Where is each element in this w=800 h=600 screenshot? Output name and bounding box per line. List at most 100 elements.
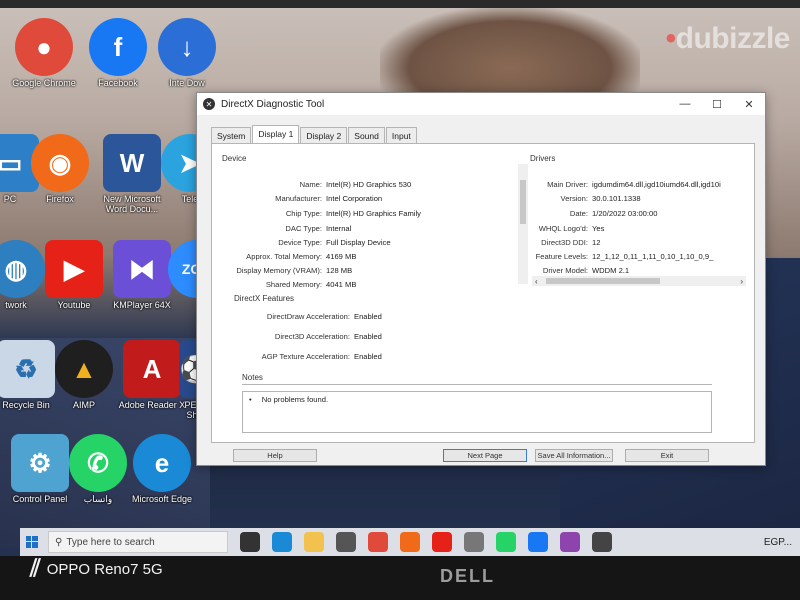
desktop-icon-facebook[interactable]: f Facebook	[78, 18, 158, 88]
feature-row-value: Enabled	[354, 332, 382, 341]
edge-taskbar-icon[interactable]	[272, 532, 292, 552]
start-button[interactable]	[20, 528, 44, 556]
internet-download-icon: ↓	[158, 18, 216, 76]
driver-row-value: igdumdim64.dll,igd10iumd64.dll,igd10i	[592, 180, 721, 189]
driver-row-value: Yes	[592, 224, 605, 233]
device-row-key: Manufacturer:	[275, 194, 322, 203]
maximize-button[interactable]: ☐	[701, 98, 733, 111]
desktop-icon-label: KMPlayer 64X	[113, 300, 171, 310]
desktop-icon-firefox[interactable]: ◉ Firefox	[20, 134, 100, 204]
driver-row-version: Version: 30.0.101.1338	[512, 194, 641, 203]
feature-row-value: Enabled	[354, 312, 382, 321]
drivers-scrollbar[interactable]: ‹ ›	[532, 276, 746, 286]
youtube-icon: ▶	[45, 240, 103, 298]
close-button[interactable]: ✕	[733, 98, 765, 111]
drivers-group-title: Drivers	[530, 154, 556, 163]
desktop-icon-chrome[interactable]: ● Google Chrome	[4, 18, 84, 88]
system-tray[interactable]: EGP...	[764, 537, 800, 548]
driver-row-main-driver: Main Driver: igdumdim64.dll,igd10iumd64.d…	[512, 180, 721, 189]
whatsapp-taskbar-icon[interactable]	[496, 532, 516, 552]
device-row-value: 128 MB	[326, 266, 353, 275]
device-row-value: Intel(R) HD Graphics Family	[326, 209, 421, 218]
desktop-icon-label: Google Chrome	[12, 78, 76, 88]
driver-row-value: WDDM 2.1	[592, 266, 630, 275]
dxdiag-taskbar-icon[interactable]	[592, 532, 612, 552]
device-row-manufacturer: Manufacturer: Intel Corporation	[212, 194, 382, 203]
help-button[interactable]: Help	[233, 449, 317, 462]
taskbar-search[interactable]: ⚲ Type here to search	[48, 531, 228, 553]
search-icon: ⚲	[55, 536, 63, 548]
phone-model-label: OPPO Reno7 5G	[46, 560, 163, 578]
driver-row-value: 12	[592, 238, 601, 247]
device-row-chip-type: Chip Type: Intel(R) HD Graphics Family	[212, 209, 421, 218]
device-row-key: Name:	[299, 180, 322, 189]
taskbar: ⚲ Type here to search EGP...	[20, 528, 800, 556]
desktop-icon-edge[interactable]: e Microsoft Edge	[122, 434, 202, 504]
notes-bullet-icon: •	[249, 395, 252, 404]
file-explorer-icon[interactable]	[304, 532, 324, 552]
facebook-icon: f	[89, 18, 147, 76]
dxdiag-tabs: System Display 1 Display 2 Sound Input	[211, 125, 418, 144]
driver-row-whql: WHQL Logo'd: Yes	[512, 224, 605, 233]
edge-icon: e	[133, 434, 191, 492]
directx-logo-icon: ✕	[203, 98, 215, 110]
features-group-title: DirectX Features	[234, 294, 295, 303]
notes-box[interactable]: • No problems found.	[242, 391, 712, 433]
driver-row-key: Driver Model:	[542, 266, 588, 275]
device-row-shared-memory: Shared Memory: 4041 MB	[212, 280, 357, 289]
feature-row-key: AGP Texture Acceleration:	[261, 352, 350, 361]
tab-system[interactable]: System	[211, 127, 252, 144]
device-row-value: Intel(R) HD Graphics 530	[326, 180, 412, 189]
tab-input[interactable]: Input	[385, 127, 417, 144]
search-placeholder: Type here to search	[66, 536, 155, 548]
desktop-icon-label: Firefox	[46, 194, 74, 204]
scrollbar-thumb[interactable]	[546, 278, 660, 284]
driver-row-value: 30.0.101.1338	[592, 194, 641, 203]
task-view-icon[interactable]	[240, 532, 260, 552]
firefox-taskbar-icon[interactable]	[400, 532, 420, 552]
next-page-button[interactable]: Next Page	[443, 449, 527, 462]
device-row-value: Full Display Device	[326, 238, 391, 247]
dxdiag-title: DirectX Diagnostic Tool	[221, 98, 325, 110]
dell-logo: DELL	[440, 566, 495, 586]
youtube-taskbar-icon[interactable]	[432, 532, 452, 552]
save-all-information-button[interactable]: Save All Information...	[535, 449, 613, 462]
display-panel: Device Drivers Name: Intel(R) HD Graphics…	[211, 143, 755, 443]
desktop-icon-label: Facebook	[98, 78, 138, 88]
desktop-icon-label: Inte Dow	[169, 78, 205, 88]
notes-item: No problems found.	[261, 395, 329, 404]
notes-group: Notes • No problems found.	[242, 373, 712, 433]
minimize-button[interactable]: —	[669, 98, 701, 111]
chrome-icon: ●	[15, 18, 73, 76]
desktop-icon-internet-download[interactable]: ↓ Inte Dow	[152, 18, 222, 88]
firefox-icon: ◉	[31, 134, 89, 192]
device-row-key: Approx. Total Memory:	[246, 252, 322, 261]
facebook-taskbar-icon[interactable]	[528, 532, 548, 552]
device-row-key: Chip Type:	[285, 209, 322, 218]
feature-row-value: Enabled	[354, 352, 382, 361]
desktop-icon-label: Microsoft Edge	[131, 494, 193, 504]
exit-button[interactable]: Exit	[625, 449, 709, 462]
device-row-key: Shared Memory:	[265, 280, 322, 289]
driver-row-key: Direct3D DDI:	[541, 238, 588, 247]
camera-icon[interactable]	[464, 532, 484, 552]
app-taskbar-icon[interactable]	[560, 532, 580, 552]
dxdiag-titlebar[interactable]: ✕ DirectX Diagnostic Tool — ☐ ✕	[197, 93, 765, 115]
photo-frame: •dubizzle ● Google Chrome f Facebook ↓ I…	[0, 0, 800, 600]
scroll-right-icon[interactable]: ›	[740, 277, 743, 286]
dxdiag-window: ✕ DirectX Diagnostic Tool — ☐ ✕ System D…	[196, 92, 766, 466]
store-icon[interactable]	[336, 532, 356, 552]
desktop-screen: •dubizzle ● Google Chrome f Facebook ↓ I…	[0, 8, 800, 556]
feature-row-key: Direct3D Acceleration:	[274, 332, 350, 341]
tab-sound[interactable]: Sound	[348, 127, 385, 144]
chrome-taskbar-icon[interactable]	[368, 532, 388, 552]
driver-row-key: Main Driver:	[547, 180, 588, 189]
feature-row-directdraw: DirectDraw Acceleration: Enabled	[212, 312, 382, 321]
oppo-logo-icon: ⫽	[30, 555, 41, 582]
tab-display-1[interactable]: Display 1	[252, 125, 300, 144]
device-row-key: Display Memory (VRAM):	[236, 266, 322, 275]
scroll-left-icon[interactable]: ‹	[535, 277, 538, 286]
tab-display-2[interactable]: Display 2	[300, 127, 348, 144]
feature-row-direct3d: Direct3D Acceleration: Enabled	[212, 332, 382, 341]
aimp-icon: ▲	[55, 340, 113, 398]
